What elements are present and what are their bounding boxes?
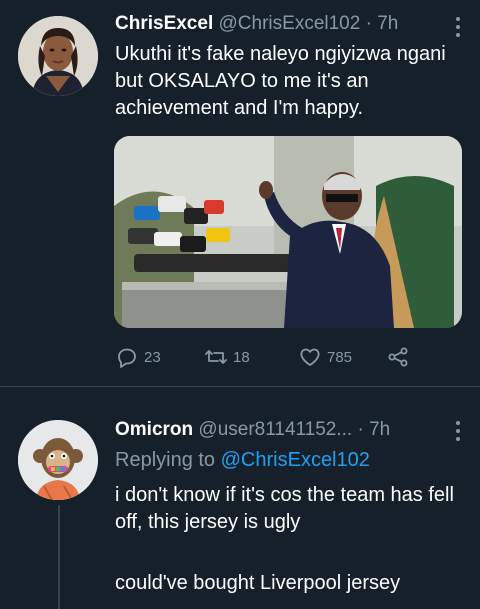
timestamp[interactable]: 7h — [369, 419, 390, 440]
tweet-text-line2: could've bought Liverpool jersey — [115, 572, 401, 594]
retweet-icon — [205, 350, 227, 364]
avatar[interactable] — [18, 16, 98, 96]
share-icon — [388, 347, 408, 367]
tweet-header: ChrisExcel @ChrisExcel102 · 7h — [115, 12, 398, 36]
thread-line — [58, 505, 60, 609]
share-button[interactable] — [386, 344, 410, 370]
tweet-text-line1: i don't know if it's cos the team has fe… — [115, 484, 454, 533]
replying-to-link[interactable]: @ChrisExcel102 — [221, 449, 370, 471]
reply-icon — [118, 348, 136, 368]
retweet-count: 18 — [233, 348, 250, 366]
avatar[interactable] — [18, 420, 98, 500]
tweet-text: Ukuthi it's fake naleyo ngiyizwa ngani b… — [115, 43, 446, 119]
replying-to: Replying to @ChrisExcel102 — [115, 448, 370, 472]
more-icon[interactable] — [456, 17, 462, 37]
replying-label: Replying to — [115, 449, 216, 471]
reply-button[interactable]: 23 — [115, 344, 161, 370]
more-icon[interactable] — [456, 421, 462, 441]
tweet-divider — [0, 386, 480, 387]
like-button[interactable]: 785 — [298, 344, 352, 370]
tweet-media-image[interactable] — [114, 136, 462, 328]
user-handle[interactable]: @ChrisExcel102 — [219, 13, 361, 34]
separator-dot: · — [357, 419, 364, 440]
like-icon — [300, 348, 320, 366]
user-handle[interactable]: @user81141152... — [198, 419, 352, 440]
like-count: 785 — [327, 348, 353, 366]
timestamp[interactable]: 7h — [377, 13, 398, 34]
retweet-button[interactable]: 18 — [204, 344, 250, 370]
separator-dot: · — [365, 13, 372, 34]
display-name[interactable]: ChrisExcel — [115, 13, 213, 34]
tweet-header: Omicron @user81141152... · 7h — [115, 418, 390, 442]
display-name[interactable]: Omicron — [115, 419, 193, 440]
reply-count: 23 — [144, 348, 161, 366]
